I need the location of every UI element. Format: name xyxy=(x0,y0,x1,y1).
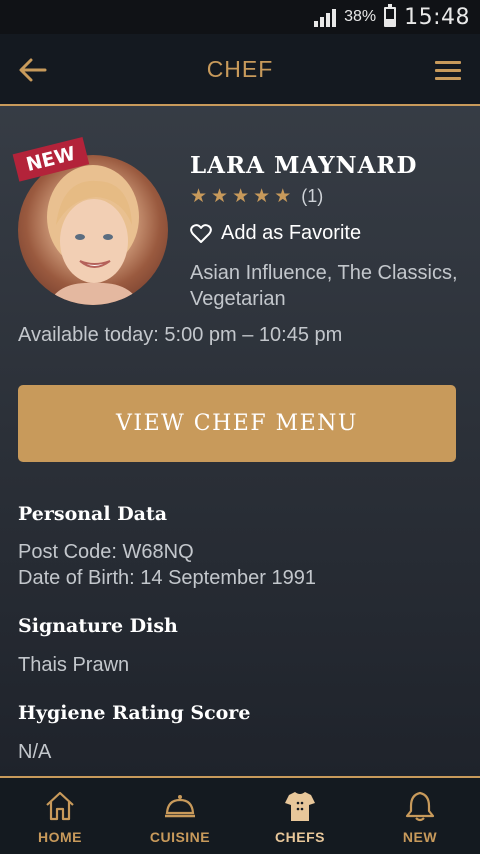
status-bar: 38% 15:48 xyxy=(0,0,480,34)
signal-icon xyxy=(314,7,337,27)
favorite-label: Add as Favorite xyxy=(221,222,362,244)
star-icon: ★ xyxy=(274,186,292,207)
page-title: CHEF xyxy=(206,55,274,82)
hamburger-icon xyxy=(435,61,461,80)
post-code: Post Code: W68NQ xyxy=(18,541,194,563)
nav-cuisine[interactable]: CUISINE xyxy=(120,778,240,854)
hygiene-heading: Hygiene Rating Score xyxy=(18,702,251,724)
star-icon: ★ xyxy=(190,186,208,207)
nav-label: CUISINE xyxy=(149,829,211,845)
cloche-icon xyxy=(165,795,195,818)
signature-dish-value: Thais Prawn xyxy=(18,654,130,676)
personal-data-heading: Personal Data xyxy=(18,503,168,525)
heart-icon xyxy=(190,223,212,243)
add-favorite-button[interactable]: Add as Favorite xyxy=(190,222,361,245)
bottom-nav: HOME CUISINE CHEFS NEW xyxy=(0,776,480,854)
clock: 15:48 xyxy=(404,4,470,30)
hygiene-value: N/A xyxy=(18,741,52,763)
nav-new[interactable]: NEW xyxy=(360,778,480,854)
home-icon xyxy=(46,791,74,821)
star-icon: ★ xyxy=(253,186,271,207)
nav-label: HOME xyxy=(38,829,82,845)
back-button[interactable] xyxy=(18,56,48,84)
star-icon: ★ xyxy=(232,186,250,207)
nav-label: NEW xyxy=(402,829,438,845)
nav-home[interactable]: HOME xyxy=(0,778,120,854)
chef-profile: NEW LARA MAYNARD ★ ★ ★ ★ ★ (1) Add as Fa… xyxy=(0,108,480,776)
battery-percentage: 38% xyxy=(344,8,377,25)
chef-name: LARA MAYNARD xyxy=(190,152,418,179)
battery-icon xyxy=(384,4,397,27)
cuisine-list: Asian Influence, The Classics, Vegetaria… xyxy=(190,262,458,310)
date-of-birth: Date of Birth: 14 September 1991 xyxy=(18,567,316,589)
availability-text: Available today: 5:00 pm – 10:45 pm xyxy=(18,324,343,346)
signature-dish-heading: Signature Dish xyxy=(18,615,178,637)
view-chef-menu-button[interactable]: VIEW CHEF MENU xyxy=(18,385,456,462)
nav-chefs[interactable]: CHEFS xyxy=(240,778,360,854)
rating-count: (1) xyxy=(301,186,324,206)
menu-button[interactable] xyxy=(434,58,462,82)
chef-avatar xyxy=(18,155,168,305)
app-bar: CHEF xyxy=(0,34,480,106)
nav-label: CHEFS xyxy=(275,829,325,845)
arrow-left-icon xyxy=(19,58,47,82)
bell-icon xyxy=(405,791,435,822)
star-icon: ★ xyxy=(211,186,229,207)
star-rating: ★ ★ ★ ★ ★ (1) xyxy=(190,186,323,207)
chef-jacket-icon xyxy=(285,792,315,821)
